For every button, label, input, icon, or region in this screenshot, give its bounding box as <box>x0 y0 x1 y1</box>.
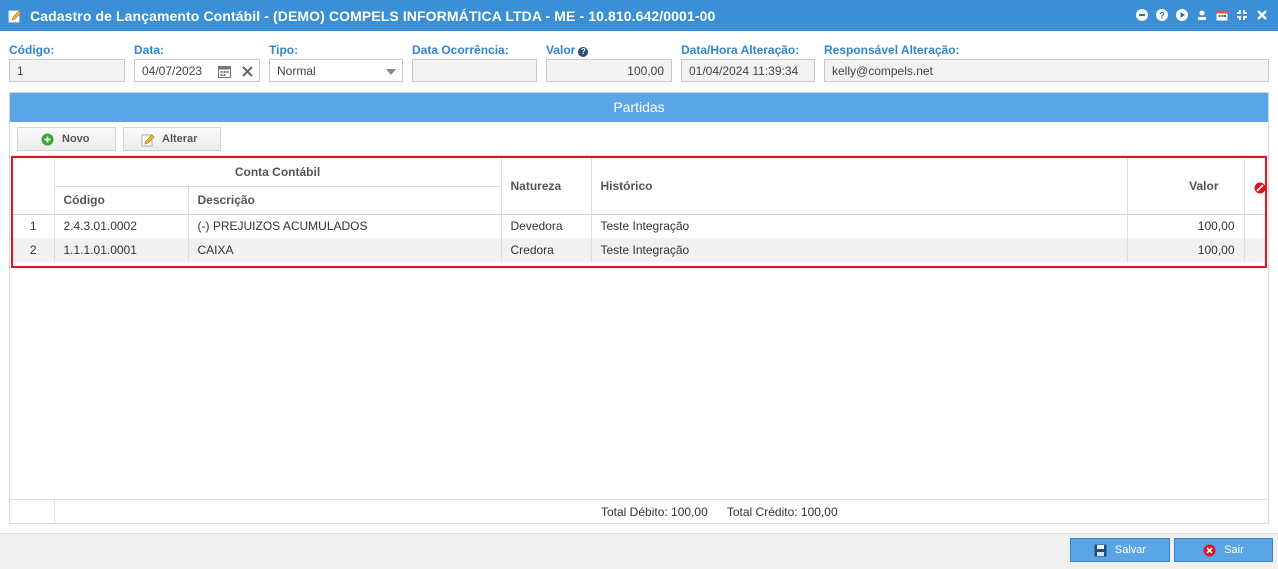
total-credito: Total Crédito: 100,00 <box>726 505 838 519</box>
clear-date-icon[interactable] <box>242 66 253 77</box>
codigo-label: Código: <box>9 43 55 57</box>
save-icon <box>1094 544 1107 557</box>
codigo-field-group: Código: 1 <box>9 43 125 82</box>
salvar-label: Salvar <box>1114 544 1147 556</box>
data-ocorrencia-label: Data Ocorrência: <box>412 43 509 57</box>
tipo-label: Tipo: <box>269 43 299 57</box>
data-hora-alteracao-field-group: Data/Hora Alteração: 01/04/2024 11:39:34 <box>681 43 815 82</box>
responsavel-label: Responsável Alteração: <box>824 43 960 57</box>
data-input[interactable]: 04/07/2023 <box>134 59 260 82</box>
valor-label: Valor <box>546 43 576 57</box>
data-hora-alteracao-label: Data/Hora Alteração: <box>681 43 800 57</box>
total-debito: Total Débito: 100,00 <box>601 505 708 519</box>
help-icon[interactable]: ? <box>578 47 589 57</box>
sair-button[interactable]: Sair <box>1174 538 1273 562</box>
novo-label: Novo <box>62 133 90 145</box>
tipo-field-group: Tipo: Normal <box>269 43 403 82</box>
valor-field-group: Valor? 100,00 <box>546 43 672 82</box>
novo-button[interactable]: Novo <box>17 127 116 151</box>
salvar-button[interactable]: Salvar <box>1070 538 1170 562</box>
add-icon <box>41 133 54 146</box>
calendar-picker-icon[interactable] <box>218 65 231 78</box>
responsavel-field-group: Responsável Alteração: kelly@compels.net <box>824 43 1269 82</box>
play-icon[interactable] <box>1174 7 1190 23</box>
data-ocorrencia-input[interactable] <box>412 59 537 82</box>
alterar-label: Alterar <box>162 133 198 145</box>
window-tools: ? <box>1134 7 1270 23</box>
totals: Total Débito: 100,00 Total Crédito: 100,… <box>601 505 854 519</box>
calendar-icon[interactable] <box>1214 7 1230 23</box>
tipo-select[interactable]: Normal <box>269 59 403 82</box>
codigo-input[interactable]: 1 <box>9 59 125 82</box>
svg-text:?: ? <box>1159 11 1165 21</box>
exit-icon <box>1203 544 1216 557</box>
valor-input[interactable]: 100,00 <box>546 59 672 82</box>
data-hora-alteracao-input[interactable]: 01/04/2024 11:39:34 <box>681 59 815 82</box>
help-icon[interactable]: ? <box>1154 7 1170 23</box>
data-field-group: Data: 04/07/2023 <box>134 43 260 82</box>
collapse-icon[interactable] <box>1234 7 1250 23</box>
data-label: Data: <box>134 43 165 57</box>
partidas-title: Partidas <box>10 93 1268 122</box>
edit-icon <box>141 134 155 147</box>
close-icon[interactable] <box>1254 7 1270 23</box>
selection-highlight <box>11 156 1267 268</box>
edit-document-icon <box>8 10 22 22</box>
valor-label-wrap: Valor? <box>546 43 672 59</box>
sair-label: Sair <box>1224 544 1244 556</box>
user-icon[interactable] <box>1194 7 1210 23</box>
window-title: Cadastro de Lançamento Contábil - (DEMO)… <box>30 7 716 24</box>
footer-divider <box>54 500 55 524</box>
minimize-icon[interactable] <box>1134 7 1150 23</box>
data-ocorrencia-field-group: Data Ocorrência: <box>412 43 537 82</box>
window-title-bar: Cadastro de Lançamento Contábil - (DEMO)… <box>0 0 1278 31</box>
chevron-down-icon <box>386 69 396 75</box>
responsavel-input[interactable]: kelly@compels.net <box>824 59 1269 82</box>
alterar-button[interactable]: Alterar <box>123 127 221 151</box>
tipo-value: Normal <box>277 63 316 78</box>
partidas-toolbar: Novo Alterar <box>10 122 1268 156</box>
data-value: 04/07/2023 <box>142 63 203 78</box>
